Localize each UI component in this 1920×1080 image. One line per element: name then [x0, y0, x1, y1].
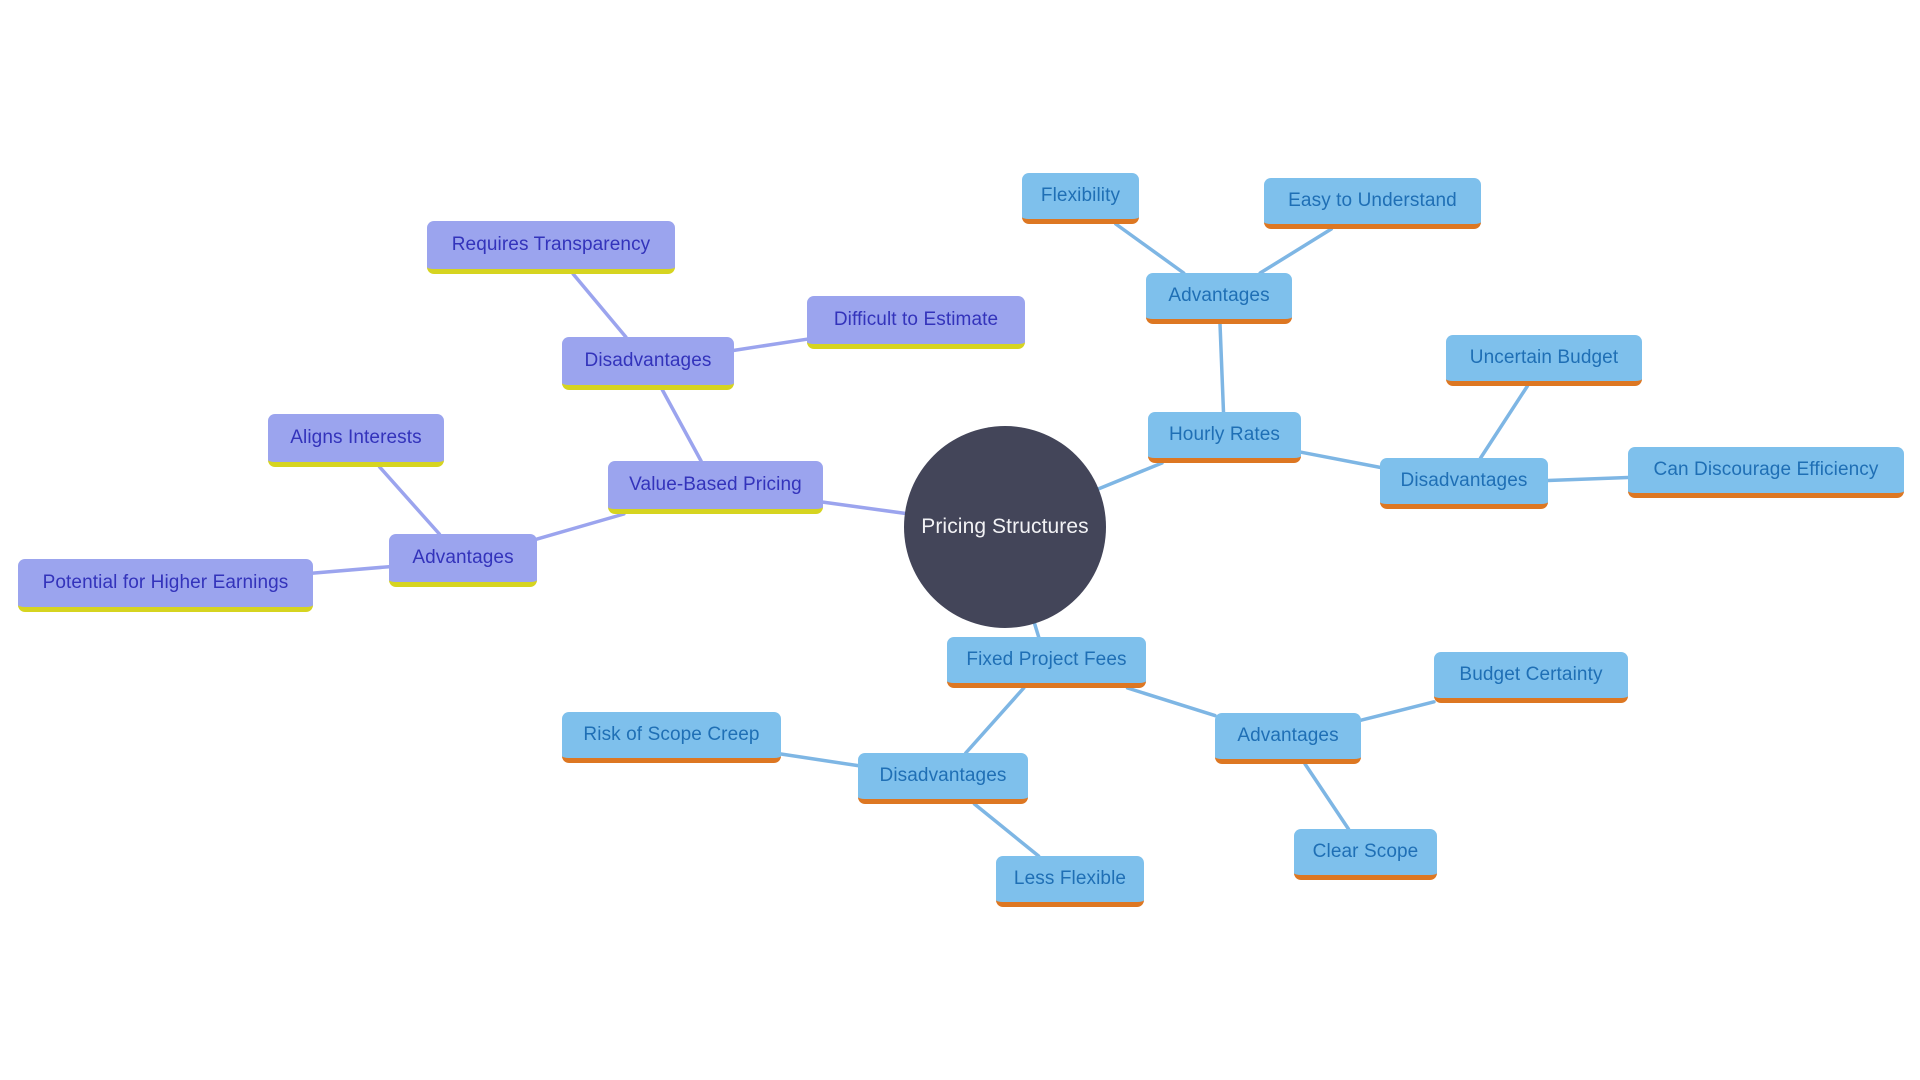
mindmap-node-ff-advantages[interactable]: Advantages [1215, 713, 1361, 764]
edge-hr-disadvantages-to-hr-uncertain-budget [1478, 384, 1530, 460]
mindmap-node-hr-uncertain-budget[interactable]: Uncertain Budget [1446, 335, 1642, 386]
node-label: Difficult to Estimate [833, 309, 999, 330]
mindmap-node-hr-easy[interactable]: Easy to Understand [1264, 178, 1481, 229]
edge-ff-disadvantages-to-ff-scope-creep [779, 752, 860, 768]
root-node[interactable]: Pricing Structures [904, 426, 1106, 628]
node-label: Disadvantages [584, 350, 712, 371]
node-label: Flexibility [1040, 185, 1121, 206]
node-label: Risk of Scope Creep [583, 724, 760, 745]
edge-hourly-rates-to-hr-disadvantages [1299, 450, 1382, 470]
edge-root-to-hourly-rates [1096, 461, 1164, 491]
node-label: Value-Based Pricing [629, 474, 802, 495]
node-label: Potential for Higher Earnings [42, 572, 289, 593]
edge-hr-advantages-to-hr-easy [1258, 227, 1334, 275]
node-label: Budget Certainty [1459, 664, 1603, 685]
node-label: Advantages [412, 547, 514, 568]
edge-vp-advantages-to-vp-aligns-interests [377, 465, 442, 536]
mindmap-node-ff-less-flexible[interactable]: Less Flexible [996, 856, 1144, 907]
edge-vp-disadvantages-to-vp-requires-transp [571, 272, 628, 339]
edge-hr-advantages-to-hr-flexibility [1114, 222, 1186, 275]
mindmap-node-hourly-rates[interactable]: Hourly Rates [1148, 412, 1301, 463]
mindmap-node-vp-difficult-estimate[interactable]: Difficult to Estimate [807, 296, 1025, 349]
node-label: Uncertain Budget [1469, 347, 1619, 368]
mindmap-canvas: Hourly Rates Advantages Flexibility Easy to… [0, 0, 1920, 1080]
mindmap-node-ff-disadvantages[interactable]: Disadvantages [858, 753, 1028, 804]
edge-vp-advantages-to-vp-higher-earnings [311, 564, 391, 575]
mindmap-node-ff-budget-certainty[interactable]: Budget Certainty [1434, 652, 1628, 703]
node-label: Fixed Project Fees [966, 649, 1127, 670]
node-label: Can Discourage Efficiency [1653, 459, 1879, 480]
mindmap-node-ff-scope-creep[interactable]: Risk of Scope Creep [562, 712, 781, 763]
mindmap-node-ff-clear-scope[interactable]: Clear Scope [1294, 829, 1437, 880]
root-node-label: Pricing Structures [921, 515, 1089, 538]
node-label: Less Flexible [1013, 868, 1127, 889]
mindmap-node-hr-disadvantages[interactable]: Disadvantages [1380, 458, 1548, 509]
node-label: Aligns Interests [290, 427, 422, 448]
edge-hr-disadvantages-to-hr-discourage [1546, 475, 1630, 483]
mindmap-node-hr-advantages[interactable]: Advantages [1146, 273, 1292, 324]
mindmap-node-vp-requires-transp[interactable]: Requires Transparency [427, 221, 675, 274]
node-label: Requires Transparency [451, 234, 651, 255]
mindmap-node-vp-advantages[interactable]: Advantages [389, 534, 537, 587]
edge-fixed-fees-to-ff-advantages [1125, 686, 1217, 718]
edge-ff-disadvantages-to-ff-less-flexible [972, 802, 1041, 858]
edge-ff-advantages-to-ff-clear-scope [1303, 762, 1351, 831]
mindmap-node-value-pricing[interactable]: Value-Based Pricing [608, 461, 823, 514]
mindmap-node-vp-higher-earnings[interactable]: Potential for Higher Earnings [18, 559, 313, 612]
mindmap-node-vp-aligns-interests[interactable]: Aligns Interests [268, 414, 444, 467]
mindmap-node-vp-disadvantages[interactable]: Disadvantages [562, 337, 734, 390]
node-label: Easy to Understand [1288, 190, 1457, 211]
edge-root-to-value-pricing [821, 500, 907, 516]
edge-fixed-fees-to-ff-disadvantages [964, 686, 1026, 755]
node-label: Hourly Rates [1168, 424, 1281, 445]
node-label: Clear Scope [1312, 841, 1419, 862]
node-label: Advantages [1237, 725, 1339, 746]
mindmap-node-hr-discourage[interactable]: Can Discourage Efficiency [1628, 447, 1904, 498]
edge-hourly-rates-to-hr-advantages [1218, 322, 1226, 414]
mindmap-node-fixed-fees[interactable]: Fixed Project Fees [947, 637, 1146, 688]
edge-value-pricing-to-vp-advantages [535, 512, 626, 541]
edge-vp-disadvantages-to-vp-difficult-estimate [732, 337, 809, 353]
edge-ff-advantages-to-ff-budget-certainty [1359, 700, 1436, 722]
mindmap-node-hr-flexibility[interactable]: Flexibility [1022, 173, 1139, 224]
edge-root-to-fixed-fees [1032, 621, 1041, 639]
node-label: Disadvantages [879, 765, 1007, 786]
edge-value-pricing-to-vp-disadvantages [660, 388, 703, 463]
node-label: Disadvantages [1400, 470, 1528, 491]
node-label: Advantages [1168, 285, 1270, 306]
